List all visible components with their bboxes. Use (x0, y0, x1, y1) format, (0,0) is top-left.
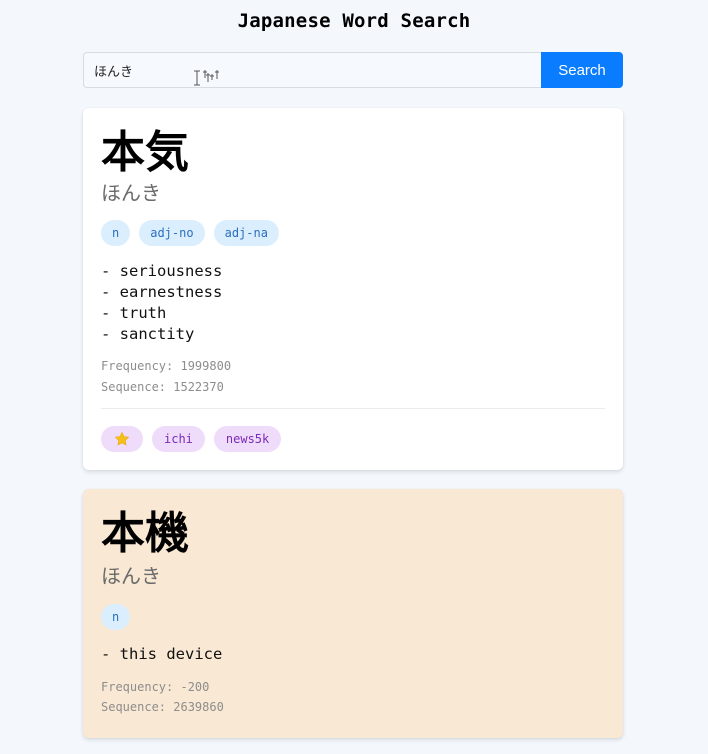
badge-list: ichi news5k (101, 426, 282, 452)
sense-item: - seriousness (101, 262, 223, 280)
sense-list: - this device (101, 644, 222, 665)
word-kanji: 本気 (101, 127, 189, 178)
star-icon (114, 431, 130, 446)
pos-tag-list: n (101, 604, 131, 630)
word-reading: ほんき (101, 181, 161, 205)
frequency-text: Frequency: -200 (101, 680, 210, 694)
sense-item: - earnestness (101, 283, 223, 301)
pos-tag-list: n adj-no adj-na (101, 220, 279, 246)
pos-tag: adj-na (213, 220, 279, 246)
page-title: Japanese Word Search (237, 10, 471, 32)
pos-tag: n (101, 604, 131, 630)
badge: news5k (213, 426, 282, 452)
text-cursor-icon (194, 70, 219, 86)
common-badge (101, 426, 143, 452)
sense-item: - sanctity (101, 325, 195, 343)
word-reading: ほんき (101, 564, 161, 588)
pos-tag: n (101, 220, 131, 246)
sense-item: - this device (101, 645, 223, 663)
search-input[interactable] (83, 52, 541, 88)
sequence-text: Sequence: 2639860 (101, 700, 224, 714)
search-button[interactable]: Search (541, 52, 623, 88)
sequence-text: Sequence: 1522370 (101, 380, 224, 394)
pos-tag: adj-no (139, 220, 205, 246)
sense-item: - truth (101, 304, 167, 322)
divider (101, 408, 605, 409)
sense-list: - seriousness - earnestness - truth - sa… (101, 261, 222, 345)
search-bar: Search (83, 52, 623, 88)
badge: ichi (152, 426, 205, 452)
result-card: 本機 ほんき n - this device Frequency: -200 S… (83, 489, 623, 738)
word-kanji: 本機 (101, 508, 189, 559)
frequency-text: Frequency: 1999800 (101, 359, 232, 373)
result-card: 本気 ほんき n adj-no adj-na - seriousness - e… (83, 108, 623, 470)
